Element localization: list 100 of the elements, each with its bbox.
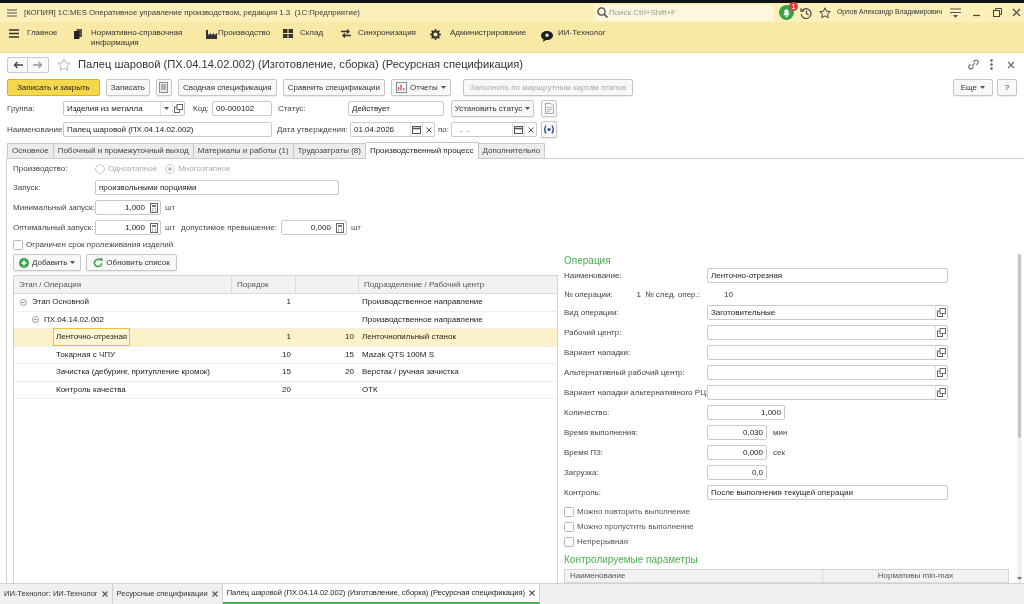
close-icon[interactable] (529, 590, 536, 596)
table-row[interactable]: Зачистка (дебуринг, притупление кромок) 15 20 Верстак / ручная зачистка (14, 364, 557, 382)
list-icon[interactable] (9, 29, 19, 38)
field-label: Загрузка: (564, 466, 600, 479)
calculator-icon[interactable] (150, 222, 158, 233)
clear-icon[interactable] (527, 126, 534, 133)
tab[interactable]: Материалы и работы (1) (193, 143, 294, 159)
star-icon[interactable] (818, 6, 831, 19)
group-field[interactable]: Изделия из металла (63, 101, 185, 116)
toolbar-button[interactable]: Сводная спецификация (177, 79, 277, 96)
table-cell: Зачистка (дебуринг, притупление кромок) (56, 366, 210, 379)
squares-icon[interactable] (174, 104, 183, 113)
scrollbar-thumb[interactable] (1018, 254, 1021, 438)
scroll-down-icon[interactable] (1017, 577, 1022, 580)
help-button[interactable]: ? (997, 79, 1017, 96)
section-link[interactable]: ИИ-Технолог (558, 28, 606, 38)
checkbox[interactable] (564, 537, 574, 547)
section-link[interactable]: Главное (27, 28, 58, 38)
grid-icon[interactable] (283, 29, 293, 38)
tab[interactable]: Основное (7, 143, 54, 159)
calendar-icon[interactable] (412, 125, 421, 134)
checkbox[interactable] (564, 522, 574, 532)
tab[interactable]: Побочный и промежуточный выход (53, 143, 194, 159)
code-field[interactable]: 00-000102 (212, 101, 272, 116)
search-field[interactable]: Поиск Ctrl+Shift+F (594, 4, 773, 21)
squares-icon[interactable] (937, 388, 946, 397)
select-field[interactable] (707, 365, 948, 380)
minus-circle-icon[interactable] (32, 316, 39, 324)
chat-bubble-icon[interactable] (541, 31, 553, 42)
section-link[interactable]: Администрирование (450, 28, 527, 38)
save-close-button[interactable]: Записать и закрыть (7, 79, 100, 96)
menu-icon[interactable] (950, 7, 961, 18)
book-icon[interactable] (74, 29, 82, 39)
calculator-icon[interactable] (150, 202, 158, 213)
reports-button[interactable]: Отчеты (391, 79, 451, 96)
close-icon[interactable] (211, 591, 218, 597)
table-row[interactable]: Этап Основной 1 Производственное направление (14, 294, 557, 312)
star-icon[interactable] (57, 57, 71, 72)
status-field[interactable]: Действует (348, 101, 444, 116)
section-link[interactable]: Нормативно-справочная информация (91, 28, 183, 48)
select-field[interactable] (707, 325, 948, 340)
tab[interactable]: Трудозатраты (8) (293, 143, 366, 159)
more-icon[interactable] (990, 59, 993, 70)
calculator-icon[interactable] (335, 222, 344, 233)
squares-icon[interactable] (937, 308, 946, 317)
quantity-field[interactable]: 1,000 (95, 200, 161, 215)
date-field[interactable]: . . (451, 122, 537, 137)
number-field[interactable]: 0,000 (707, 445, 767, 460)
number-field[interactable]: 0,0 (707, 465, 767, 480)
select-field[interactable] (707, 385, 948, 400)
set-status-button[interactable]: Установить статус (451, 100, 534, 117)
squares-icon[interactable] (937, 328, 946, 337)
refresh-button[interactable]: Обновить список (86, 254, 177, 271)
factory-icon[interactable] (206, 29, 217, 39)
section-link[interactable]: Синхронизация (358, 28, 416, 38)
tab[interactable]: Дополнительно (478, 143, 546, 159)
table-row[interactable]: Ленточно-отрезная 1 10 Ленточнопильный станок (14, 329, 557, 347)
scrollbar[interactable] (1017, 254, 1022, 583)
link-icon[interactable] (968, 59, 979, 70)
close-icon[interactable] (1007, 60, 1015, 69)
back-button[interactable] (7, 56, 28, 73)
select-field[interactable] (707, 345, 948, 360)
launch-field[interactable]: произвольными порциями (95, 180, 339, 195)
close-icon[interactable] (1012, 8, 1021, 17)
quantity-field[interactable]: 1,000 (95, 220, 161, 235)
quantity-field[interactable]: 0,000 (280, 220, 347, 235)
tab[interactable]: Производственный процесс (365, 142, 479, 159)
more-button[interactable]: Еще (952, 79, 993, 96)
list-button[interactable] (155, 79, 172, 96)
restore-icon[interactable] (993, 8, 1002, 17)
text-field[interactable]: После выполнения текущей операции (707, 485, 948, 500)
table-row[interactable]: Контроль качества 20 ОТК (14, 381, 557, 399)
name-field[interactable]: Палец шаровой (ПХ.04.14.02.002) (63, 122, 272, 137)
caret-icon[interactable] (164, 107, 169, 110)
calendar-icon[interactable] (514, 125, 523, 134)
minus-circle-icon[interactable] (20, 298, 27, 306)
select-field[interactable]: Заготовительные (707, 305, 948, 320)
arrows-icon[interactable] (341, 29, 351, 38)
checkbox-label: Непрерывная (577, 536, 629, 548)
clear-icon[interactable] (425, 126, 432, 133)
gear-icon[interactable] (430, 29, 441, 40)
period-button[interactable] (541, 121, 557, 138)
squares-icon[interactable] (937, 368, 946, 377)
checkbox[interactable] (564, 507, 574, 517)
section-link[interactable]: Склад (300, 28, 324, 38)
add-button[interactable]: Добавить (13, 254, 82, 271)
squares-icon[interactable] (937, 348, 946, 357)
bell-icon[interactable] (778, 5, 794, 20)
toolbar-button[interactable]: Записать (105, 79, 150, 96)
number-field[interactable]: 0,030 (707, 425, 767, 440)
text-field[interactable]: Ленточно-отрезная (707, 268, 948, 283)
table-row[interactable]: Токарная с ЧПУ 10 15 Mazak QTS 100M S (14, 346, 557, 364)
close-icon[interactable] (101, 591, 108, 597)
field-label: Количество: (564, 406, 611, 419)
toolbar-button[interactable]: Сравнить спецификации (282, 79, 386, 96)
number-field[interactable]: 1,000 (707, 405, 785, 420)
checkbox[interactable] (13, 240, 23, 250)
date-field[interactable]: 01.04.2026 (350, 122, 435, 137)
section-link[interactable]: Производство (218, 28, 271, 38)
history-icon[interactable] (799, 6, 812, 19)
